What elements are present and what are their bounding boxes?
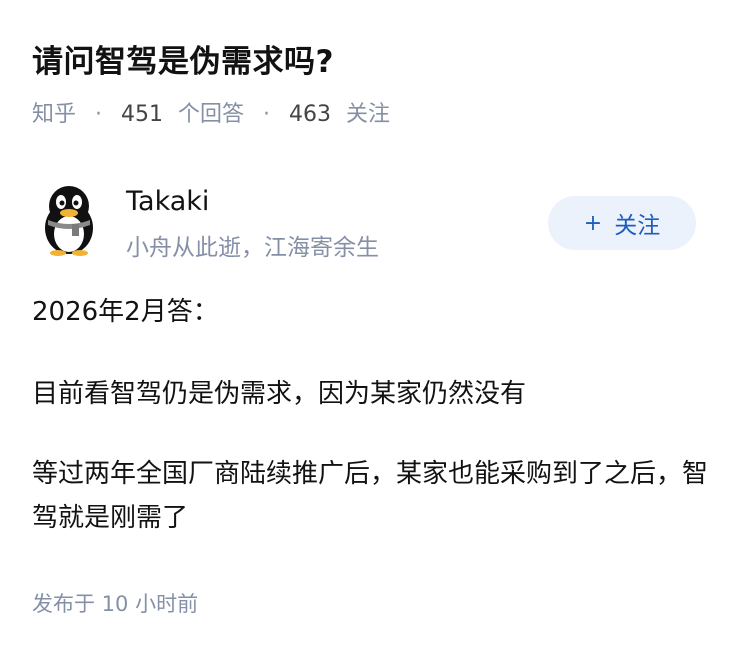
answer-count: 451	[121, 102, 164, 127]
plus-icon: +	[583, 210, 603, 236]
answer-paragraph: 等过两年全国厂商陆续推广后，某家也能采购到了之后，智驾就是刚需了	[32, 459, 709, 533]
publish-time: 发布于 10 小时前	[32, 592, 199, 616]
meta-separator: ·	[95, 102, 103, 127]
question-meta: 知乎 · 451 个回答 · 463 关注	[32, 96, 390, 128]
author-bio: 小舟从此逝，江海寄余生	[126, 235, 379, 261]
author-card: Takaki 小舟从此逝，江海寄余生 + 关注	[36, 180, 716, 270]
answer-count-label: 个回答	[178, 102, 245, 127]
source-label[interactable]: 知乎	[32, 102, 76, 127]
penguin-avatar-icon[interactable]	[36, 184, 102, 256]
meta-separator: ·	[263, 102, 271, 127]
follow-button-label: 关注	[614, 213, 661, 239]
follow-count: 463	[289, 102, 332, 127]
follow-count-label: 关注	[346, 102, 391, 127]
answer-paragraph: 2026年2月答：	[32, 297, 219, 327]
follow-button[interactable]: + 关注	[548, 196, 696, 250]
author-name[interactable]: Takaki	[126, 186, 209, 217]
question-title: 请问智驾是伪需求吗?	[32, 44, 334, 80]
answer-paragraph: 目前看智驾仍是伪需求，因为某家仍然没有	[32, 379, 527, 409]
